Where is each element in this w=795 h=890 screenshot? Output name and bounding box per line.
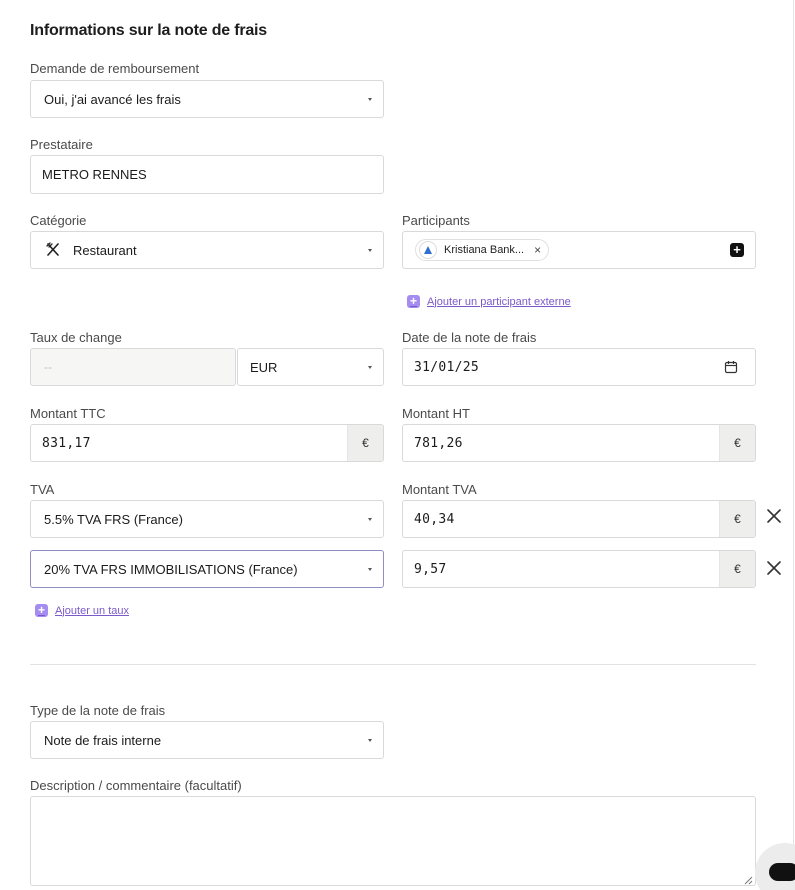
avatar xyxy=(419,241,437,259)
remove-vat-row-icon[interactable] xyxy=(765,559,783,577)
amount-ht-value: 781,26 xyxy=(414,435,463,451)
fork-knife-icon xyxy=(45,242,61,258)
amount-ttc-value: 831,17 xyxy=(42,435,91,451)
category-value: Restaurant xyxy=(73,242,137,258)
reimbursement-select[interactable]: Oui, j'ai avancé les frais xyxy=(30,80,384,118)
vat-label: TVA xyxy=(30,482,55,497)
amount-ttc-input[interactable]: 831,17 € xyxy=(30,424,384,462)
plus-icon: + xyxy=(35,604,48,617)
chat-widget-button[interactable] xyxy=(755,843,795,890)
currency-select[interactable]: EUR xyxy=(237,348,384,386)
provider-label: Prestataire xyxy=(30,137,93,152)
amount-ht-label: Montant HT xyxy=(402,406,470,421)
section-title: Informations sur la note de frais xyxy=(30,22,268,39)
vat-amount-value: 9,57 xyxy=(414,561,447,577)
category-label: Catégorie xyxy=(30,213,87,228)
category-select[interactable]: Restaurant xyxy=(30,231,384,269)
plus-icon: + xyxy=(407,295,420,308)
add-vat-rate-link[interactable]: + Ajouter un taux xyxy=(35,604,129,617)
vat-amount-input[interactable]: 40,34 € xyxy=(402,500,756,538)
date-label: Date de la note de frais xyxy=(402,330,537,345)
chevron-down-icon xyxy=(368,365,372,369)
expense-type-value: Note de frais interne xyxy=(44,732,162,748)
remove-vat-row-icon[interactable] xyxy=(765,507,783,525)
calendar-icon[interactable] xyxy=(724,360,738,374)
participants-field[interactable]: Kristiana Bank... × + xyxy=(402,231,756,269)
date-value: 31/01/25 xyxy=(414,359,480,375)
amount-ttc-label: Montant TTC xyxy=(30,406,106,421)
add-external-participant-link[interactable]: + Ajouter un participant externe xyxy=(407,295,571,308)
chevron-down-icon xyxy=(368,97,372,101)
vat-rate-value: 20% TVA FRS IMMOBILISATIONS (France) xyxy=(44,561,298,577)
euro-suffix: € xyxy=(719,425,755,461)
currency-value: EUR xyxy=(250,359,278,375)
chevron-down-icon xyxy=(368,738,372,742)
add-external-participant-label: Ajouter un participant externe xyxy=(427,295,571,308)
chevron-down-icon xyxy=(368,567,372,571)
vat-rate-select[interactable]: 20% TVA FRS IMMOBILISATIONS (France) xyxy=(30,550,384,588)
participant-chip[interactable]: Kristiana Bank... × xyxy=(415,239,550,261)
euro-suffix: € xyxy=(719,501,755,537)
vat-amount-value: 40,34 xyxy=(414,511,455,527)
date-input[interactable]: 31/01/25 xyxy=(402,348,756,386)
euro-suffix: € xyxy=(719,551,755,587)
chevron-down-icon xyxy=(368,517,372,521)
vat-amount-label: Montant TVA xyxy=(402,482,477,497)
chip-remove-icon[interactable]: × xyxy=(534,243,541,257)
amount-ht-input[interactable]: 781,26 € xyxy=(402,424,756,462)
provider-value: METRO RENNES xyxy=(42,167,147,182)
description-textarea[interactable] xyxy=(30,796,756,886)
resize-handle-icon[interactable] xyxy=(743,873,753,885)
expense-type-select[interactable]: Note de frais interne xyxy=(30,721,384,759)
provider-input[interactable]: METRO RENNES xyxy=(30,155,384,194)
section-divider xyxy=(30,664,756,665)
exchange-label: Taux de change xyxy=(30,330,122,345)
add-participant-icon[interactable]: + xyxy=(730,243,744,257)
expense-type-label: Type de la note de frais xyxy=(30,703,166,718)
participant-chip-name: Kristiana Bank... xyxy=(444,244,525,256)
description-label: Description / commentaire (facultatif) xyxy=(30,778,242,793)
participants-label: Participants xyxy=(402,213,470,228)
vat-rate-select[interactable]: 5.5% TVA FRS (France) xyxy=(30,500,384,538)
chat-icon xyxy=(769,863,795,881)
reimbursement-value: Oui, j'ai avancé les frais xyxy=(44,91,181,107)
scrollbar-track xyxy=(793,0,794,890)
add-vat-rate-label: Ajouter un taux xyxy=(55,604,129,617)
exchange-rate-placeholder: -- xyxy=(44,360,52,374)
reimbursement-label: Demande de remboursement xyxy=(30,61,200,76)
vat-rate-value: 5.5% TVA FRS (France) xyxy=(44,511,183,527)
euro-suffix: € xyxy=(347,425,383,461)
chevron-down-icon xyxy=(368,248,372,252)
exchange-rate-input[interactable]: -- xyxy=(30,348,236,386)
vat-amount-input[interactable]: 9,57 € xyxy=(402,550,756,588)
